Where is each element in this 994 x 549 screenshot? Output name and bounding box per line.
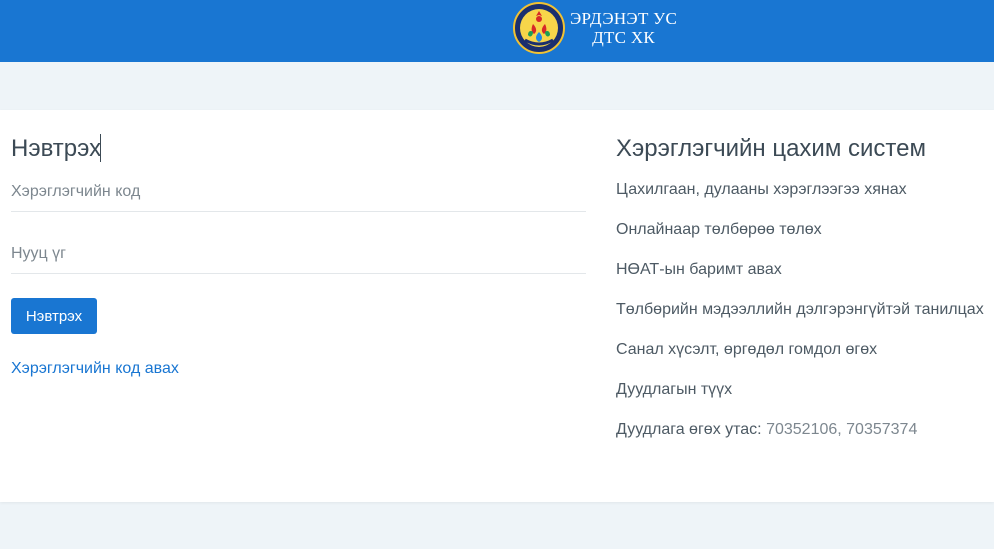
list-item: Дуудлагын түүх [616,381,733,398]
text-cursor [100,134,101,162]
list-item: НӨАТ-ын баримт авах [616,261,782,278]
list-item: Цахилгаан, дулааны хэрэглээгээ хянах [616,181,907,198]
company-emblem-icon [513,2,565,54]
phone-numbers: 70352106, 70357374 [766,421,918,438]
login-button[interactable]: Нэвтрэх [11,298,97,334]
company-name-line2: ДТС ХК [592,28,656,47]
list-item: Санал хүсэлт, өргөдөл гомдол өгөх [616,341,878,358]
list-item: Төлбөрийн мэдээллийн дэлгэрэнгүйтэй тани… [616,301,984,318]
company-name: ЭРДЭНЭТ УС ДТС ХК [570,9,677,47]
top-header-bar: ЭРДЭНЭТ УС ДТС ХК [0,0,994,62]
password-input[interactable] [11,234,586,274]
phone-label: Дуудлага өгөх утас: [616,421,767,438]
brand[interactable]: ЭРДЭНЭТ УС ДТС ХК [513,1,677,55]
phone-item: Дуудлага өгөх утас: 70352106, 70357374 [616,420,994,460]
get-user-code-link[interactable]: Хэрэглэгчийн код авах [11,360,179,378]
company-name-line1: ЭРДЭНЭТ УС [570,9,678,28]
feature-list: Цахилгаан, дулааны хэрэглээгээ хянах Онл… [616,180,994,460]
info-title: Хэрэглэгчийн цахим систем [616,135,926,162]
list-item: Онлайнаар төлбөрөө төлөх [616,221,822,238]
username-input[interactable] [11,172,586,212]
login-title: Нэвтрэх [11,135,102,162]
